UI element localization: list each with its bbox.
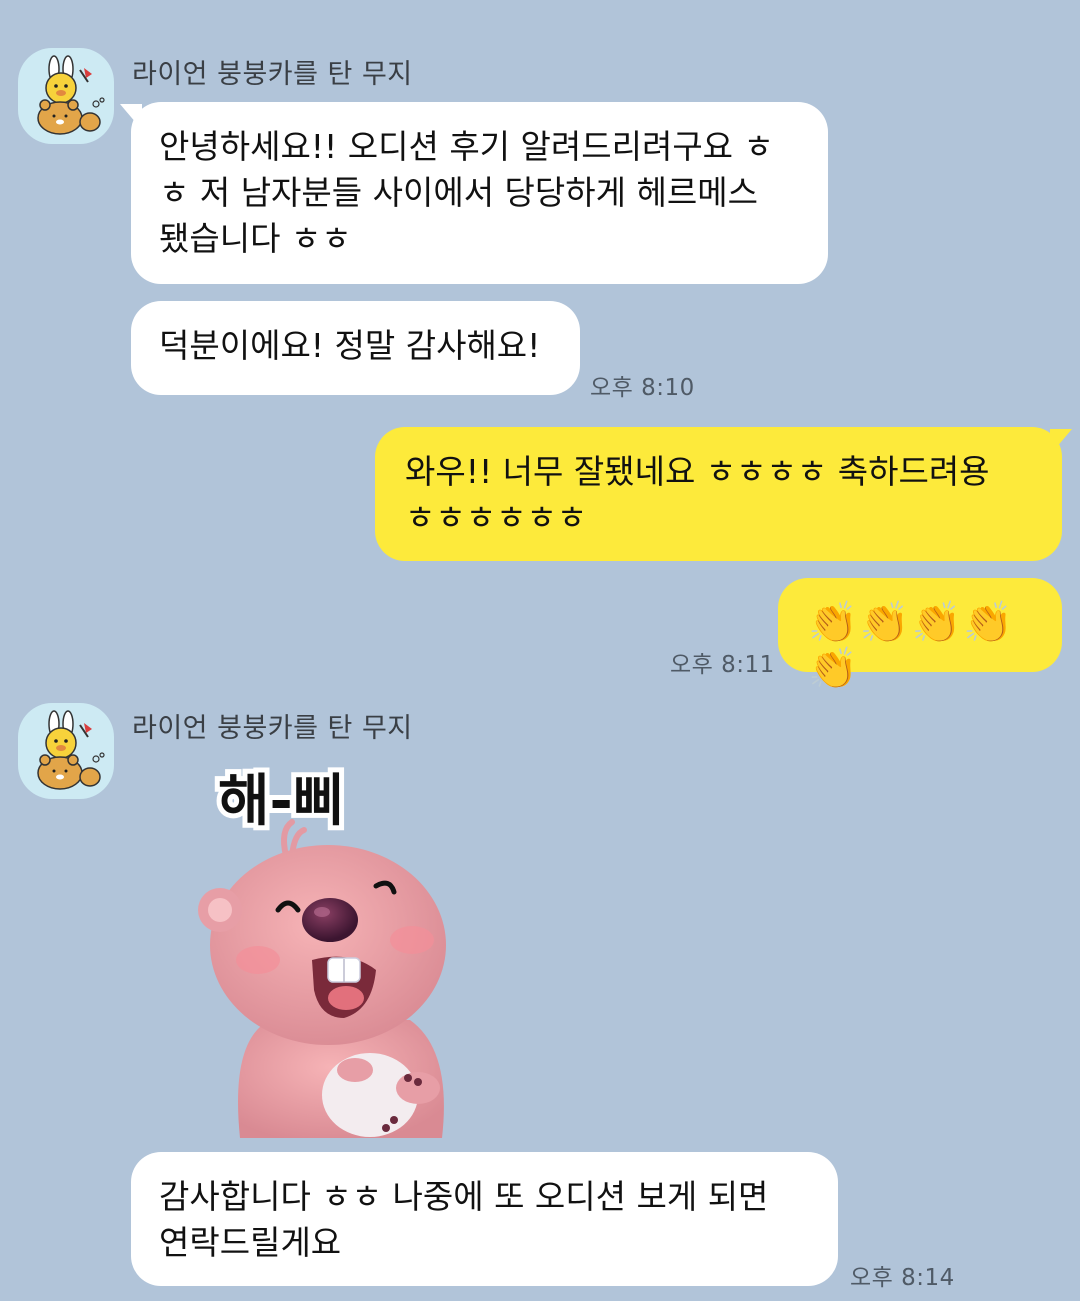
message-time: 오후 8:14 bbox=[850, 1265, 955, 1291]
message-line: ㅎ 저 남자분들 사이에서 당당하게 헤르메스 bbox=[159, 173, 758, 212]
message-bubble[interactable]: 와우!! 너무 잘됐네요 ㅎㅎㅎㅎ 축하드려용 ㅎㅎㅎㅎㅎㅎ bbox=[375, 427, 1062, 561]
message-time: 오후 8:11 bbox=[670, 652, 775, 678]
sender-avatar[interactable] bbox=[18, 703, 114, 799]
sender-avatar[interactable] bbox=[18, 48, 114, 144]
muzi-on-ryan-icon bbox=[37, 710, 105, 790]
sender-name: 라이언 붕붕카를 탄 무지 bbox=[132, 59, 413, 90]
message-line: 연락드릴게요 bbox=[159, 1223, 342, 1262]
sticker[interactable]: 해-삐 해-삐 bbox=[180, 760, 480, 1140]
sticker-caption: 해-삐 bbox=[218, 769, 344, 834]
sender-name: 라이언 붕붕카를 탄 무지 bbox=[132, 713, 413, 744]
message-line: 와우!! 너무 잘됐네요 ㅎㅎㅎㅎ 축하드려용 bbox=[405, 452, 990, 491]
message-bubble[interactable]: 감사합니다 ㅎㅎ 나중에 또 오디션 보게 되면 연락드릴게요 bbox=[131, 1152, 838, 1286]
muzi-on-ryan-icon bbox=[37, 55, 105, 135]
loopy-beaver-sticker-icon: 해-삐 해-삐 bbox=[198, 764, 446, 1138]
message-bubble[interactable]: 안녕하세요!! 오디션 후기 알려드리려구요 ㅎ ㅎ 저 남자분들 사이에서 당… bbox=[131, 102, 828, 284]
message-line: 됐습니다 ㅎㅎ bbox=[159, 219, 352, 258]
message-line: 안녕하세요!! 오디션 후기 알려드리려구요 ㅎ bbox=[159, 127, 774, 166]
message-line: 덕분이에요! 정말 감사해요! bbox=[159, 326, 541, 365]
message-line: ㅎㅎㅎㅎㅎㅎ bbox=[405, 498, 588, 537]
clap-emoji-line: 👏👏👏👏👏 bbox=[808, 600, 1016, 692]
message-line: 감사합니다 ㅎㅎ 나중에 또 오디션 보게 되면 bbox=[159, 1177, 769, 1216]
message-time: 오후 8:10 bbox=[590, 375, 695, 401]
message-bubble[interactable]: 👏👏👏👏👏 bbox=[778, 578, 1062, 692]
message-bubble[interactable]: 덕분이에요! 정말 감사해요! bbox=[131, 301, 580, 395]
bubble-tail bbox=[1050, 429, 1072, 455]
